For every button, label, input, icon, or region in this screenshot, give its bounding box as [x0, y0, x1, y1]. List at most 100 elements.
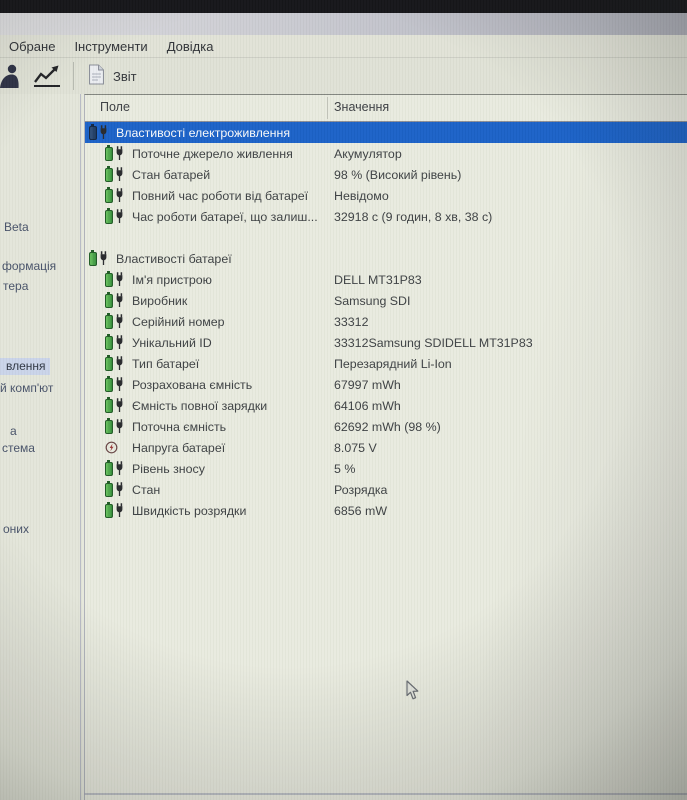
table-row[interactable]: Швидкість розрядки 6856 mW: [85, 500, 687, 521]
field-label: Поточна ємність: [132, 420, 226, 434]
field-label: Стан батарей: [132, 168, 210, 182]
menu-item-favorites[interactable]: Обране: [9, 39, 55, 54]
battery-plug-icon: [105, 419, 127, 434]
sidebar-item[interactable]: й комп'ют: [0, 381, 53, 395]
table-row[interactable]: Розрахована ємність 67997 mWh: [85, 374, 687, 395]
battery-plug-icon: [105, 209, 127, 224]
table-row[interactable]: Ємність повної зарядки 64106 mWh: [85, 395, 687, 416]
table-row[interactable]: Поточна ємність 62692 mWh (98 %): [85, 416, 687, 437]
field-label: Виробник: [132, 294, 187, 308]
field-label: Рівень зносу: [132, 462, 205, 476]
field-label: Час роботи батареї, що залиш...: [132, 210, 318, 224]
battery-plug-icon: [105, 398, 127, 413]
report-label: Звіт: [113, 69, 137, 84]
value-label: DELL MT31P83: [334, 273, 422, 287]
sidebar-item[interactable]: формація: [2, 259, 56, 273]
field-label: Поточне джерело живлення: [132, 147, 293, 161]
value-label: 5 %: [334, 462, 355, 476]
window-bottom-edge: [84, 793, 687, 795]
sidebar-item-selected[interactable]: влення: [0, 358, 50, 375]
battery-plug-icon: [105, 188, 127, 203]
field-label: Серійний номер: [132, 315, 225, 329]
sidebar-item[interactable]: Beta: [4, 220, 29, 234]
field-label: Стан: [132, 483, 160, 497]
table-header: Поле Значення: [85, 95, 687, 122]
field-label: Розрахована ємність: [132, 378, 252, 392]
field-label: Унікальний ID: [132, 336, 212, 350]
field-label: Властивості електроживлення: [116, 126, 290, 140]
battery-plug-icon: [105, 377, 127, 392]
sidebar-item[interactable]: оних: [3, 522, 29, 536]
table-row[interactable]: Ім'я пристрою DELL MT31P83: [85, 269, 687, 290]
table-row[interactable]: Унікальний ID 33312Samsung SDIDELL MT31P8…: [85, 332, 687, 353]
user-icon[interactable]: [0, 63, 25, 89]
sidebar-item[interactable]: стема: [2, 441, 35, 455]
menu-item-help[interactable]: Довідка: [167, 39, 214, 54]
table-row[interactable]: Властивості батареї: [85, 248, 687, 269]
sidebar-item[interactable]: а: [10, 424, 17, 438]
battery-plug-icon: [105, 503, 127, 518]
table-row[interactable]: Поточне джерело живлення Акумулятор: [85, 143, 687, 164]
field-label: Тип батареї: [132, 357, 199, 371]
value-label: Перезарядний Li-Ion: [334, 357, 452, 371]
table-row[interactable]: Виробник Samsung SDI: [85, 290, 687, 311]
value-label: Розрядка: [334, 483, 387, 497]
field-label: Напруга батареї: [132, 441, 225, 455]
value-label: 6856 mW: [334, 504, 387, 518]
table-row[interactable]: Стан Розрядка: [85, 479, 687, 500]
column-separator[interactable]: [327, 97, 328, 119]
battery-plug-icon: [89, 125, 111, 140]
table-row[interactable]: Повний час роботи від батареї Невідомо: [85, 185, 687, 206]
field-label: Повний час роботи від батареї: [132, 189, 308, 203]
table-row[interactable]: Рівень зносу 5 %: [85, 458, 687, 479]
screen-photo: Обране Інструменти Довідка: [0, 0, 687, 800]
battery-plug-icon: [105, 335, 127, 350]
battery-plug-icon: [105, 146, 127, 161]
battery-plug-icon: [105, 167, 127, 182]
value-label: Акумулятор: [334, 147, 402, 161]
value-label: 33312: [334, 315, 368, 329]
mouse-cursor: [406, 680, 421, 706]
table-spacer-row: [85, 227, 687, 248]
sidebar-tree: Beta формація тера влення й комп'ют а ст…: [0, 94, 81, 800]
battery-plug-icon: [105, 314, 127, 329]
column-header-value[interactable]: Значення: [334, 100, 389, 114]
field-label: Швидкість розрядки: [132, 504, 246, 518]
table-row[interactable]: Тип батареї Перезарядний Li-Ion: [85, 353, 687, 374]
table-row[interactable]: Час роботи батареї, що залиш... 32918 с (…: [85, 206, 687, 227]
sidebar-item[interactable]: тера: [3, 279, 28, 293]
value-label: Samsung SDI: [334, 294, 410, 308]
toolbar-separator: [73, 62, 74, 90]
window-titlebar: [0, 13, 687, 35]
battery-plug-icon: [105, 461, 127, 476]
table-row[interactable]: Напруга батареї 8.075 V: [85, 437, 687, 458]
value-label: 33312Samsung SDIDELL MT31P83: [334, 336, 533, 350]
battery-plug-icon: [105, 293, 127, 308]
value-label: 98 % (Високий рівень): [334, 168, 461, 182]
field-label: Ім'я пристрою: [132, 273, 212, 287]
document-icon: [88, 64, 105, 88]
voltage-icon: [105, 441, 127, 454]
value-label: 8.075 V: [334, 441, 377, 455]
table-body: Властивості електроживлення Поточне джере…: [85, 122, 687, 521]
screen-bezel: [0, 0, 687, 13]
battery-plug-icon: [89, 251, 111, 266]
report-button[interactable]: Звіт: [82, 61, 143, 91]
table-row[interactable]: Стан батарей 98 % (Високий рівень): [85, 164, 687, 185]
table-row[interactable]: Властивості електроживлення: [85, 122, 687, 143]
toolbar: Звіт: [0, 57, 687, 94]
value-label: 62692 mWh (98 %): [334, 420, 441, 434]
menu-item-tools[interactable]: Інструменти: [74, 39, 147, 54]
menu-bar: Обране Інструменти Довідка: [0, 35, 687, 57]
field-label: Ємність повної зарядки: [132, 399, 267, 413]
line-chart-icon[interactable]: [31, 63, 63, 89]
value-label: 64106 mWh: [334, 399, 401, 413]
battery-plug-icon: [105, 272, 127, 287]
value-label: Невідомо: [334, 189, 389, 203]
value-label: 32918 с (9 годин, 8 хв, 38 с): [334, 210, 492, 224]
properties-table: Поле Значення Властивості електроживленн…: [84, 94, 687, 800]
table-row[interactable]: Серійний номер 33312: [85, 311, 687, 332]
column-header-field[interactable]: Поле: [100, 100, 130, 114]
value-label: 67997 mWh: [334, 378, 401, 392]
battery-plug-icon: [105, 356, 127, 371]
